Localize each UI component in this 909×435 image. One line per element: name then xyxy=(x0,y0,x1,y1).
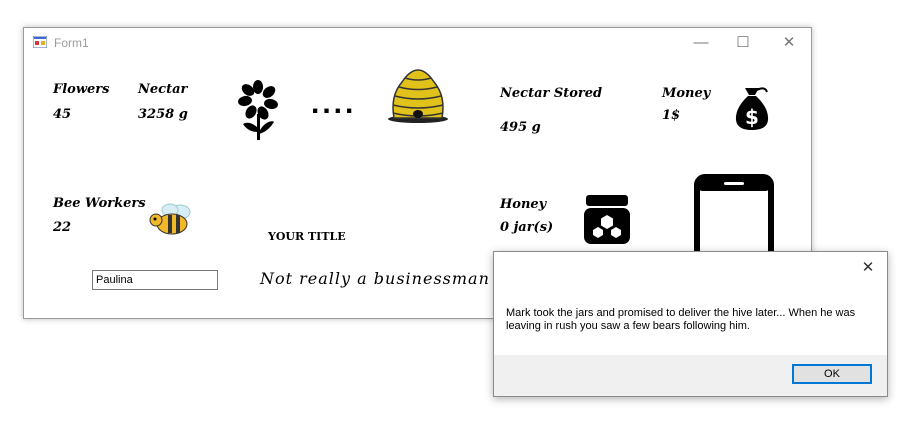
nectar-stored-value: 495 g xyxy=(500,120,541,135)
minimize-icon[interactable]: — xyxy=(689,32,713,54)
money-bag-icon: $ xyxy=(735,87,769,130)
dialog-close-icon[interactable]: ✕ xyxy=(857,257,879,279)
nectar-value: 3258 g xyxy=(138,107,188,122)
dialog-content-area xyxy=(494,252,887,355)
bee-workers-value: 22 xyxy=(53,220,72,235)
honey-jar-icon xyxy=(584,195,630,244)
nectar-stored-label: Nectar Stored xyxy=(500,86,603,101)
message-dialog: ✕ Mark took the jars and promised to del… xyxy=(493,251,888,397)
flowers-label: Flowers xyxy=(53,82,110,97)
flowers-value: 45 xyxy=(53,107,72,122)
svg-text:$: $ xyxy=(745,105,759,129)
nectar-label: Nectar xyxy=(138,82,188,97)
honey-label: Honey xyxy=(500,197,547,212)
maximize-icon[interactable]: ☐ xyxy=(731,32,755,54)
player-name-input[interactable] xyxy=(92,270,218,290)
window-title: Form1 xyxy=(54,36,89,50)
title-bar[interactable]: Form1 — ☐ ✕ xyxy=(24,28,811,58)
dialog-message: Mark took the jars and promised to deliv… xyxy=(506,307,856,332)
money-label: Money xyxy=(662,86,711,101)
app-icon xyxy=(33,36,47,48)
transfer-dots: .... xyxy=(311,87,357,120)
honey-value: 0 jar(s) xyxy=(500,220,554,235)
bee-icon xyxy=(149,203,191,235)
beehive-icon xyxy=(388,69,448,123)
flower-icon xyxy=(238,80,278,140)
bee-workers-label: Bee Workers xyxy=(53,196,146,211)
money-value: 1$ xyxy=(662,108,681,123)
slogan-text: Not really a businessman xyxy=(260,269,490,288)
ok-button[interactable]: OK xyxy=(792,364,872,384)
your-title-label: YOUR TITLE xyxy=(268,230,346,243)
close-icon[interactable]: ✕ xyxy=(777,32,801,54)
